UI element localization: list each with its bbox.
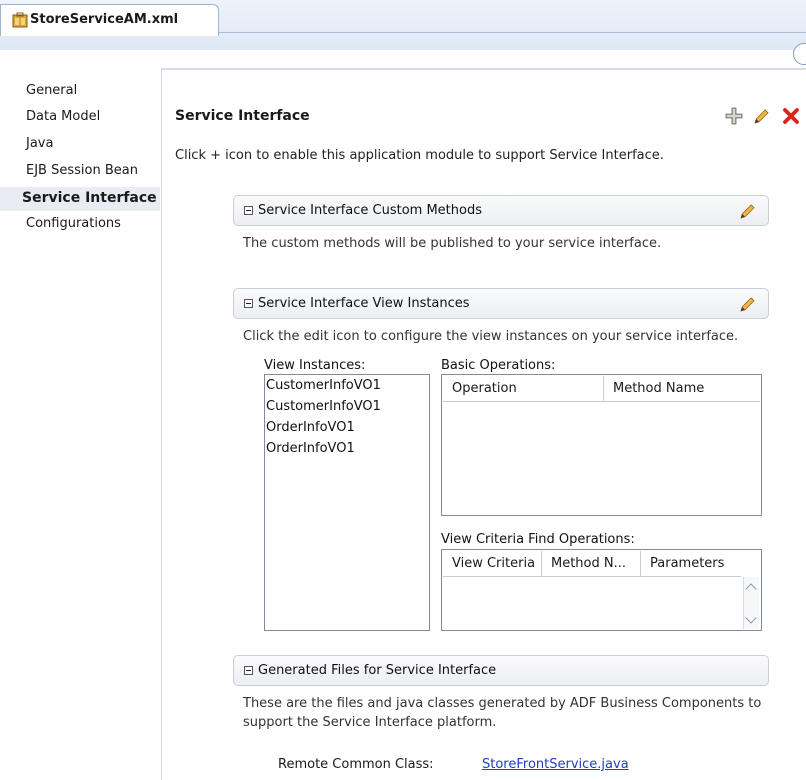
custom-methods-title: Service Interface Custom Methods <box>258 203 482 218</box>
sidebar-item-java[interactable]: Java <box>26 135 53 153</box>
generated-files-description-line1: These are the files and java classes gen… <box>243 696 762 711</box>
page-description: Click + icon to enable this application … <box>175 148 664 163</box>
scroll-up-icon[interactable] <box>745 583 757 595</box>
application-module-icon <box>12 12 28 28</box>
view-instances-title: Service Interface View Instances <box>258 296 470 311</box>
scroll-down-icon[interactable] <box>745 612 757 624</box>
page-title: Service Interface <box>175 108 310 124</box>
edit-pencil-icon[interactable] <box>738 201 758 221</box>
view-instances-label: View Instances: <box>264 358 366 373</box>
basic-operations-label: Basic Operations: <box>441 358 556 373</box>
column-header-parameters[interactable]: Parameters <box>641 551 741 577</box>
plus-icon[interactable] <box>724 106 744 126</box>
list-item[interactable]: CustomerInfoVO1 <box>266 376 381 396</box>
view-instances-header[interactable]: Service Interface View Instances <box>233 288 769 319</box>
basic-operations-table[interactable]: Operation Method Name <box>441 374 762 516</box>
view-criteria-scrollbar[interactable] <box>743 577 759 629</box>
view-criteria-table[interactable]: View Criteria Method N... Parameters <box>441 549 762 631</box>
tab-scroll-icon[interactable] <box>793 43 806 65</box>
view-instances-list[interactable]: CustomerInfoVO1 CustomerInfoVO1 OrderInf… <box>264 374 430 631</box>
generated-files-header[interactable]: Generated Files for Service Interface <box>233 655 769 686</box>
tab-label: StoreServiceAM.xml <box>30 12 179 27</box>
custom-methods-description: The custom methods will be published to … <box>243 236 662 251</box>
list-item[interactable]: OrderInfoVO1 <box>266 439 355 459</box>
generated-files-description-line2: support the Service Interface platform. <box>243 715 497 730</box>
sidebar-item-data-model[interactable]: Data Model <box>26 108 100 126</box>
generated-files-title: Generated Files for Service Interface <box>258 663 497 678</box>
collapse-icon[interactable] <box>244 206 253 215</box>
view-criteria-label: View Criteria Find Operations: <box>441 532 635 547</box>
collapse-icon[interactable] <box>244 666 253 675</box>
list-item[interactable]: CustomerInfoVO1 <box>266 397 381 417</box>
remote-common-class-label: Remote Common Class: <box>278 757 434 772</box>
column-header-method-name[interactable]: Method Name <box>604 376 760 402</box>
custom-methods-header[interactable]: Service Interface Custom Methods <box>233 195 769 226</box>
edit-pencil-icon[interactable] <box>752 106 772 126</box>
collapse-icon[interactable] <box>244 299 253 308</box>
column-header-view-criteria[interactable]: View Criteria <box>443 551 542 577</box>
sidebar-item-service-interface[interactable]: Service Interface <box>22 189 157 207</box>
column-header-operation[interactable]: Operation <box>443 376 604 402</box>
delete-x-icon[interactable] <box>781 106 801 126</box>
sidebar-item-ejb-session-bean[interactable]: EJB Session Bean <box>26 162 138 180</box>
view-instances-description: Click the edit icon to configure the vie… <box>243 329 739 344</box>
content-top-border <box>161 68 806 70</box>
list-item[interactable]: OrderInfoVO1 <box>266 418 355 438</box>
sidebar-item-general[interactable]: General <box>26 82 77 100</box>
column-header-method-name[interactable]: Method N... <box>542 551 641 577</box>
sidebar-item-configurations[interactable]: Configurations <box>26 215 121 233</box>
remote-common-class-link[interactable]: StoreFrontService.java <box>482 757 629 772</box>
edit-pencil-icon[interactable] <box>738 294 758 314</box>
